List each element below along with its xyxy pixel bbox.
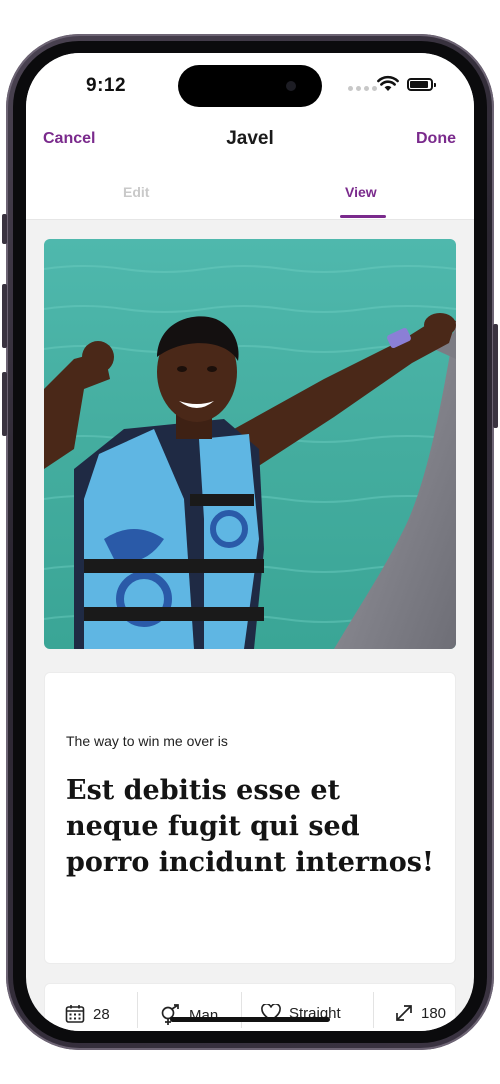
calendar-icon — [65, 1005, 85, 1023]
prompt-answer: Est debitis esse et neque fugit qui sed … — [66, 775, 434, 878]
active-tab-indicator — [340, 215, 386, 218]
stat-gender: Man — [159, 1004, 218, 1026]
prompt-card[interactable]: The way to win me over is Est debitis es… — [44, 672, 456, 964]
dynamic-island — [178, 65, 322, 107]
stat-value: 180 — [421, 1004, 447, 1022]
divider — [241, 992, 242, 1028]
prompt-question: The way to win me over is — [66, 733, 228, 749]
tab-view[interactable]: View — [345, 184, 377, 200]
power-button — [493, 324, 498, 428]
profile-stats-bar: 28 Man Straight 180 — [44, 983, 456, 1031]
action-button — [2, 214, 7, 244]
volume-down-button — [2, 372, 7, 436]
cancel-button[interactable]: Cancel — [43, 130, 95, 148]
nav-bar: Cancel Javel Done Edit View — [26, 113, 474, 220]
gender-icon — [161, 1004, 179, 1025]
height-arrow-icon — [396, 1005, 412, 1021]
screen: 9:12 Cancel Javel Done Edit View The way… — [26, 53, 474, 1031]
stat-height: 180 — [395, 1004, 446, 1022]
profile-photo[interactable] — [44, 239, 456, 649]
wifi-icon — [377, 75, 399, 91]
battery-icon — [407, 78, 436, 91]
signal-icon — [348, 86, 377, 91]
tab-edit[interactable]: Edit — [123, 184, 149, 200]
home-indicator[interactable] — [170, 1017, 330, 1022]
volume-up-button — [2, 284, 7, 348]
status-time: 9:12 — [86, 75, 127, 96]
stat-value: 28 — [93, 1005, 110, 1023]
divider — [373, 992, 374, 1028]
stat-age: 28 — [65, 1004, 110, 1024]
profile-photo-illustration — [44, 239, 456, 649]
done-button[interactable]: Done — [416, 130, 456, 148]
divider — [137, 992, 138, 1028]
status-bar: 9:12 — [26, 53, 474, 113]
